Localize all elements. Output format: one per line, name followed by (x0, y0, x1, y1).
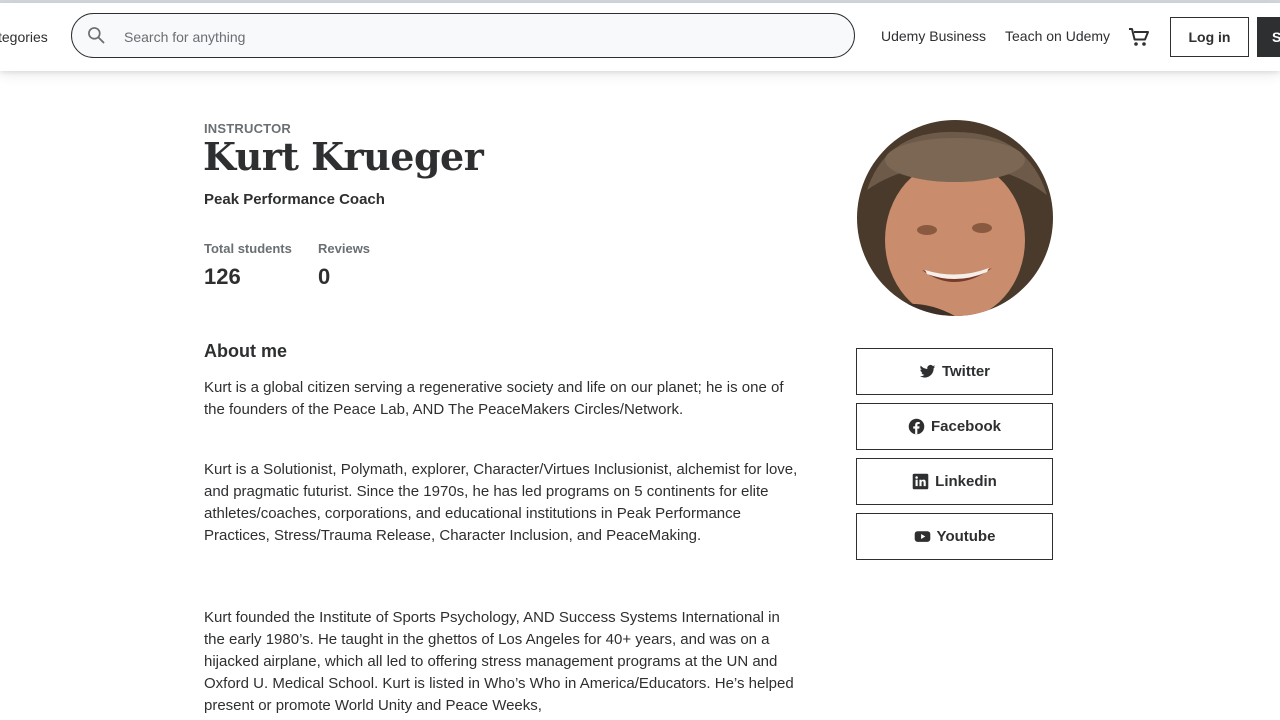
udemy-business-link[interactable]: Udemy Business (881, 28, 986, 44)
linkedin-button[interactable]: Linkedin (856, 458, 1053, 505)
youtube-button[interactable]: Youtube (856, 513, 1053, 560)
signup-button[interactable]: S (1257, 17, 1280, 57)
twitter-label: Twitter (941, 363, 991, 380)
instructor-avatar (857, 120, 1053, 316)
twitter-button[interactable]: Twitter (856, 348, 1053, 395)
youtube-label: Youtube (936, 528, 996, 545)
about-me-heading: About me (204, 341, 287, 361)
reviews-label: Reviews (318, 241, 371, 256)
linkedin-label: Linkedin (935, 473, 997, 490)
about-paragraph: Kurt is a global citizen serving a regen… (204, 379, 784, 418)
total-students-label: Total students (204, 241, 292, 256)
search-icon[interactable] (86, 25, 106, 45)
about-paragraph: Kurt is a Solutionist, Polymath, explore… (204, 461, 798, 544)
shopping-cart-icon[interactable] (1127, 25, 1151, 49)
facebook-button[interactable]: Facebook (856, 403, 1053, 450)
youtube-icon (914, 531, 930, 542)
search-bar[interactable] (71, 13, 855, 58)
facebook-label: Facebook (930, 418, 1002, 435)
linkedin-icon (912, 473, 929, 490)
login-button[interactable]: Log in (1170, 17, 1249, 57)
about-paragraph: Kurt founded the Institute of Sports Psy… (204, 609, 794, 714)
instructor-headline: Peak Performance Coach (204, 191, 385, 208)
reviews-value: 0 (318, 264, 331, 289)
instructor-name: Kurt Krueger (203, 134, 484, 179)
twitter-icon (919, 365, 936, 378)
categories-link[interactable]: tegories (0, 29, 48, 45)
top-navbar: tegories Udemy Business Teach on Udemy L… (0, 3, 1280, 71)
avatar-photo (857, 120, 1053, 316)
teach-on-udemy-link[interactable]: Teach on Udemy (1005, 28, 1110, 44)
search-input[interactable] (122, 25, 826, 49)
facebook-icon (908, 418, 925, 435)
total-students-value: 126 (204, 264, 241, 289)
